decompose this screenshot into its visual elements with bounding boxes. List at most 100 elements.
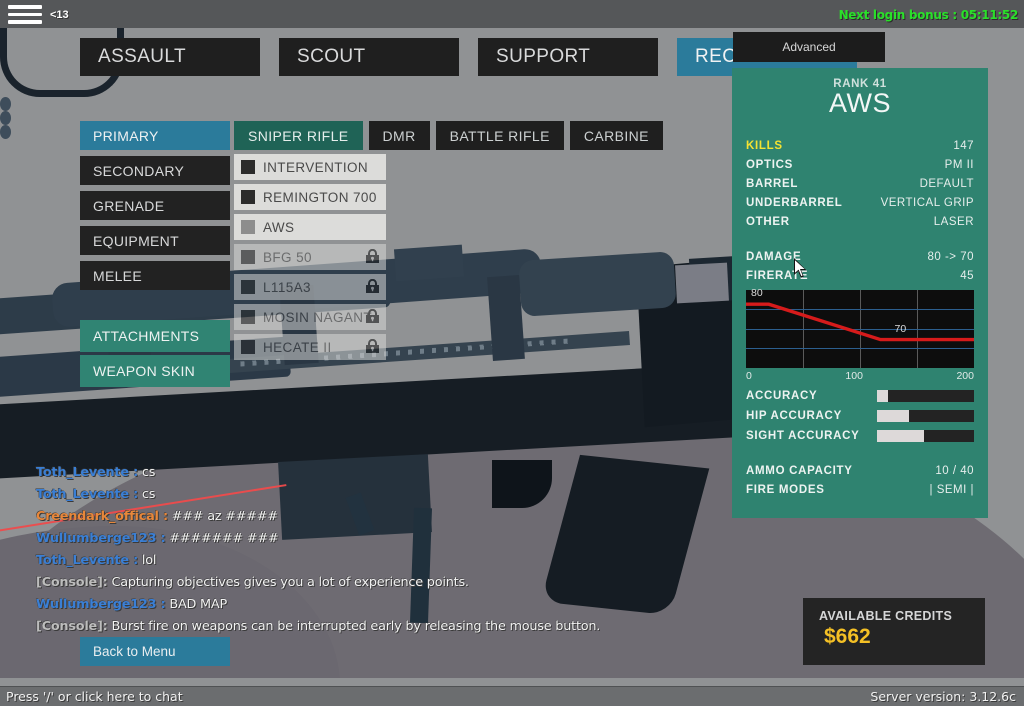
category-dmr[interactable]: DMR <box>369 121 430 150</box>
chat-line: Toth_Levente : cs <box>36 487 676 502</box>
advanced-tooltip-label: Advanced <box>782 40 835 54</box>
weapon-row-l115a3[interactable]: L115A3 <box>234 274 386 300</box>
accuracy-bar <box>877 390 974 402</box>
stat-row-ammo-capacity: AMMO CAPACITY 10 / 40 <box>746 465 974 477</box>
back-to-menu-label: Back to Menu <box>93 644 176 659</box>
hamburger-menu-icon[interactable] <box>8 5 44 25</box>
chat-sender: Toth_Levente : <box>36 465 138 480</box>
weapon-row-hecate-ii[interactable]: HECATE II <box>234 334 386 360</box>
weapon-skin-label: WEAPON SKIN <box>93 363 195 379</box>
advanced-tooltip: Advanced <box>733 32 885 62</box>
weapon-category-tab-bar: SNIPER RIFLE DMR BATTLE RIFLE CARBINE <box>234 121 663 150</box>
tab-assault[interactable]: ASSAULT <box>80 38 260 76</box>
weapon-row-bfg-50[interactable]: BFG 50 <box>234 244 386 270</box>
category-dmr-label: DMR <box>383 128 416 144</box>
stat-label: KILLS <box>746 140 783 152</box>
weapon-name: BFG 50 <box>263 250 312 265</box>
mouse-cursor <box>794 258 810 280</box>
category-battle-rifle[interactable]: BATTLE RIFLE <box>436 121 564 150</box>
tab-support-label: SUPPORT <box>496 46 590 68</box>
stat-value: 147 <box>953 140 974 152</box>
slot-melee[interactable]: MELEE <box>80 261 230 290</box>
hip-accuracy-label: HIP ACCURACY <box>746 410 842 422</box>
weapon-row-remington-700[interactable]: REMINGTON 700 <box>234 184 386 210</box>
chat-line: Toth_Levente : cs <box>36 465 676 480</box>
chart-point-label-low: 70 <box>895 323 907 335</box>
lock-icon <box>365 339 380 354</box>
stat-value: | SEMI | <box>930 484 974 496</box>
weapon-name: MOSIN NAGANT <box>263 310 372 325</box>
stat-value: LASER <box>934 216 974 228</box>
stat-label: UNDERBARREL <box>746 197 843 209</box>
tab-assault-label: ASSAULT <box>98 46 186 68</box>
available-credits-value: $662 <box>824 625 985 649</box>
weapon-list: INTERVENTION REMINGTON 700 AWS BFG 50 L1… <box>234 154 386 364</box>
category-battle-rifle-label: BATTLE RIFLE <box>450 128 550 144</box>
weapon-skin-button[interactable]: WEAPON SKIN <box>80 355 230 387</box>
lock-icon <box>365 279 380 294</box>
slot-primary[interactable]: PRIMARY <box>80 121 230 150</box>
weapon-row-aws[interactable]: AWS <box>234 214 386 240</box>
weapon-name: L115A3 <box>263 280 311 295</box>
chat-message: cs <box>142 487 155 502</box>
tab-support[interactable]: SUPPORT <box>478 38 658 76</box>
chat-sender: Wullumberge123 : <box>36 597 166 612</box>
loadout-action-list: ATTACHMENTS WEAPON SKIN <box>80 320 230 390</box>
chat-sender: Wullumberge123 : <box>36 531 166 546</box>
damage-falloff-line <box>746 290 974 368</box>
stat-value: VERTICAL GRIP <box>881 197 974 209</box>
attachments-button[interactable]: ATTACHMENTS <box>80 320 230 352</box>
chat-sender: Creendark_offical : <box>36 509 168 524</box>
chat-message: lol <box>142 553 156 568</box>
chat-line: Creendark_offical : ### az ##### <box>36 509 676 524</box>
chart-xtick-2: 200 <box>956 370 974 382</box>
chat-line: Toth_Levente : lol <box>36 553 676 568</box>
back-to-menu-button[interactable]: Back to Menu <box>80 637 230 666</box>
accuracy-label: ACCURACY <box>746 390 817 402</box>
category-carbine[interactable]: CARBINE <box>570 121 663 150</box>
chart-xtick-0: 0 <box>746 370 752 382</box>
lock-icon <box>365 249 380 264</box>
chat-message: Capturing objectives gives you a lot of … <box>111 575 468 590</box>
hip-accuracy-bar <box>877 410 974 422</box>
slot-secondary-label: SECONDARY <box>93 163 184 179</box>
weapon-row-intervention[interactable]: INTERVENTION <box>234 154 386 180</box>
sight-accuracy-bar <box>877 430 974 442</box>
stat-label: BARREL <box>746 178 798 190</box>
slot-equipment-label: EQUIPMENT <box>93 233 179 249</box>
chat-sender: Toth_Levente : <box>36 487 138 502</box>
weapon-checkbox-icon <box>241 160 255 174</box>
stat-value: 10 / 40 <box>935 465 974 477</box>
damage-falloff-chart: 80 70 <box>746 290 974 368</box>
chat-log: Toth_Levente : cs Toth_Levente : cs Cree… <box>36 465 676 641</box>
chat-message: ####### ### <box>169 531 278 546</box>
weapon-checkbox-icon <box>241 190 255 204</box>
stat-label: OTHER <box>746 216 790 228</box>
weapon-title: AWS <box>746 88 974 119</box>
stat-row-barrel: BARREL DEFAULT <box>746 178 974 190</box>
chart-point-label-high: 80 <box>751 287 763 299</box>
chat-input-hint[interactable]: Press '/' or click here to chat <box>6 689 183 704</box>
chat-sender: Toth_Levente : <box>36 553 138 568</box>
stat-value: 80 -> 70 <box>927 251 974 263</box>
player-count-label: <13 <box>50 9 69 21</box>
tab-scout[interactable]: SCOUT <box>279 38 459 76</box>
chat-line: Wullumberge123 : ####### ### <box>36 531 676 546</box>
slot-equipment[interactable]: EQUIPMENT <box>80 226 230 255</box>
loadout-slot-list: PRIMARY SECONDARY GRENADE EQUIPMENT MELE… <box>80 121 230 296</box>
weapon-checkbox-icon <box>241 340 255 354</box>
slot-grenade[interactable]: GRENADE <box>80 191 230 220</box>
stat-row-firerate: FIRERATE 45 <box>746 270 974 282</box>
top-bar: <13 Next login bonus : 05:11:52 <box>0 0 1024 28</box>
stat-row-kills: KILLS 147 <box>746 140 974 152</box>
chat-message: Burst fire on weapons can be interrupted… <box>111 619 600 634</box>
weapon-stats-panel: RANK 41 AWS KILLS 147 OPTICS PM II BARRE… <box>732 68 988 518</box>
category-sniper-rifle[interactable]: SNIPER RIFLE <box>234 121 363 150</box>
available-credits-label: AVAILABLE CREDITS <box>819 609 985 623</box>
chat-message: BAD MAP <box>169 597 227 612</box>
category-carbine-label: CARBINE <box>584 128 649 144</box>
slot-secondary[interactable]: SECONDARY <box>80 156 230 185</box>
chat-line: [Console]: Capturing objectives gives yo… <box>36 575 676 590</box>
weapon-row-mosin-nagant[interactable]: MOSIN NAGANT <box>234 304 386 330</box>
accuracy-row: ACCURACY <box>746 390 974 402</box>
